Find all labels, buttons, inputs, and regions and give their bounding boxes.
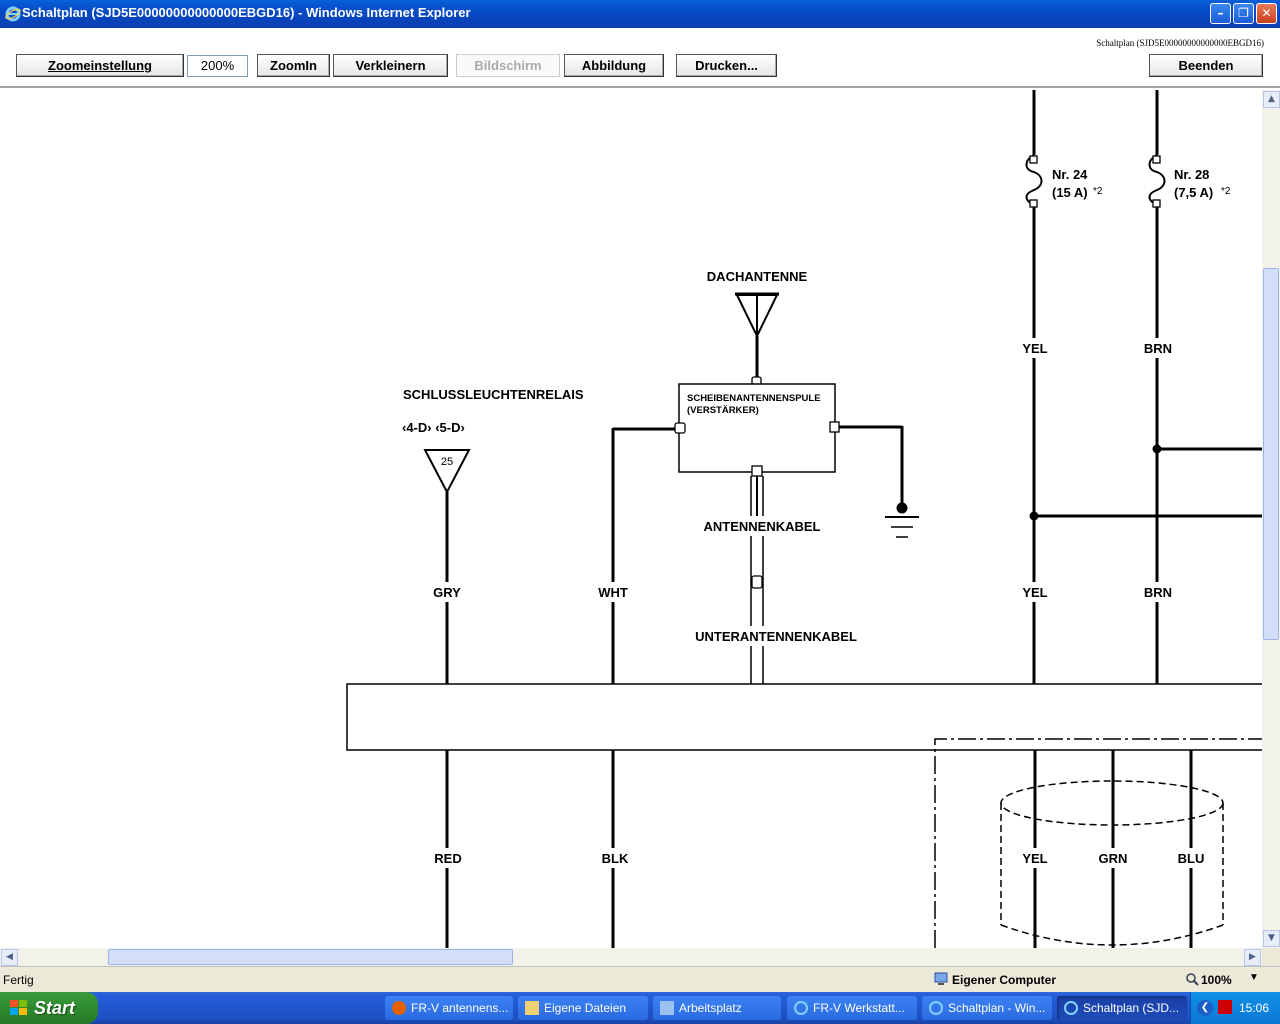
screen-button: Bildschirm — [456, 54, 560, 77]
horizontal-scroll-thumb[interactable] — [108, 949, 513, 965]
ground-symbol — [885, 502, 919, 538]
wire-label-brn-mid: BRN — [1144, 585, 1172, 600]
task-arbeitsplatz[interactable]: Arbeitsplatz — [653, 996, 781, 1020]
zoom-out-button[interactable]: Verkleinern — [333, 54, 448, 77]
zoom-setting-button[interactable]: Zoomeinstellung — [16, 54, 184, 77]
ie-icon — [929, 1001, 943, 1015]
fuse-24-rating: (15 A) — [1052, 185, 1088, 200]
component-enclosure — [934, 738, 1262, 948]
tail-light-relay-label: SCHLUSSLEUCHTENRELAIS — [403, 387, 584, 402]
close-button[interactable]: ✕ — [1256, 3, 1277, 24]
task-label: FR-V antennens... — [411, 1001, 509, 1015]
wire-label-gry: GRY — [433, 585, 461, 600]
task-label: Arbeitsplatz — [679, 1001, 742, 1015]
roof-antenna-label: DACHANTENNE — [707, 269, 808, 284]
amplifier-label-line1: SCHEIBENANTENNENSPULE — [687, 393, 821, 404]
connector-block — [346, 683, 1262, 751]
tail-light-relay-symbol — [423, 449, 471, 685]
zoom-in-button[interactable]: ZoomIn — [257, 54, 330, 77]
wire-label-blk: BLK — [602, 851, 629, 866]
status-bar: Fertig Eigener Computer 100% ▼ — [0, 966, 1280, 992]
antenna-cable-label: ANTENNENKABEL — [704, 519, 821, 534]
wire-label-yel-upper: YEL — [1022, 341, 1047, 356]
scroll-down-icon[interactable]: ▼ — [1263, 930, 1280, 947]
ie-logo-icon — [5, 6, 21, 22]
start-button[interactable]: Start — [0, 992, 98, 1024]
horizontal-scrollbar[interactable]: ◀ ▶ — [0, 948, 1262, 966]
taskbar: Start FR-V antennens... Eigene Dateien A… — [0, 992, 1280, 1024]
scroll-up-icon[interactable]: ▲ — [1263, 91, 1280, 108]
tray-app-icon[interactable] — [1218, 1000, 1232, 1014]
task-label: Schaltplan (SJD... — [1083, 1001, 1180, 1015]
title-bar: Schaltplan (SJD5E00000000000000EBGD16) -… — [0, 0, 1280, 28]
vertical-scroll-thumb[interactable] — [1263, 268, 1279, 640]
fuse-24-footnote: *2 — [1093, 186, 1103, 197]
minimize-button[interactable]: – — [1210, 3, 1231, 24]
document-id-label: Schaltplan (SJD5E00000000000000EBGD16) — [1096, 38, 1264, 48]
wiring-diagram-canvas[interactable]: DACHANTENNE SCHEIBENANTENNENSPULE (VERST… — [0, 90, 1262, 948]
ie-icon — [1064, 1001, 1078, 1015]
scroll-left-icon[interactable]: ◀ — [1, 949, 18, 966]
relay-codes-label: ‹4-D› ‹5-D› — [402, 420, 465, 435]
scroll-corner — [1262, 948, 1280, 966]
folder-icon — [525, 1001, 539, 1015]
figure-button[interactable]: Abbildung — [564, 54, 664, 77]
wire-label-yel-lower: YEL — [1022, 851, 1047, 866]
antenna-coax-cable — [750, 476, 764, 685]
wire-label-wht: WHT — [598, 585, 628, 600]
task-schaltplan-win[interactable]: Schaltplan - Win... — [922, 996, 1052, 1020]
task-werkstatt[interactable]: FR-V Werkstatt... — [787, 996, 917, 1020]
task-label: FR-V Werkstatt... — [813, 1001, 905, 1015]
firefox-icon — [392, 1001, 406, 1015]
vertical-scrollbar[interactable]: ▲ ▼ — [1262, 90, 1280, 948]
sub-antenna-cable-label: UNTERANTENNENKABEL — [695, 629, 857, 644]
fuse-28-footnote: *2 — [1221, 186, 1231, 197]
wire-label-blu: BLU — [1178, 851, 1205, 866]
restore-button[interactable]: ❐ — [1233, 3, 1254, 24]
relay-number-label: 25 — [441, 456, 453, 468]
wire-label-yel-mid: YEL — [1022, 585, 1047, 600]
computer-zone-icon — [934, 972, 948, 985]
ie-icon — [794, 1001, 808, 1015]
wire-label-grn: GRN — [1099, 851, 1128, 866]
clock[interactable]: 15:06 — [1239, 1001, 1269, 1015]
window-title: Schaltplan (SJD5E00000000000000EBGD16) -… — [22, 5, 471, 20]
task-eigene-dateien[interactable]: Eigene Dateien — [518, 996, 648, 1020]
start-label: Start — [34, 998, 76, 1018]
wiring-diagram: DACHANTENNE SCHEIBENANTENNENSPULE (VERST… — [346, 90, 1262, 948]
computer-icon — [660, 1001, 674, 1015]
print-button[interactable]: Drucken... — [676, 54, 777, 77]
wire-label-red: RED — [434, 851, 461, 866]
zoom-dropdown-icon[interactable]: ▼ — [1249, 972, 1259, 983]
system-tray: ❮ 15:06 — [1190, 992, 1280, 1024]
task-label: Eigene Dateien — [544, 1001, 627, 1015]
security-zone-label: Eigener Computer — [952, 973, 1057, 987]
task-firefox[interactable]: FR-V antennens... — [385, 996, 513, 1020]
viewer-toolbar: Zoomeinstellung 200% ZoomIn Verkleinern … — [0, 28, 1280, 88]
zoom-level-field[interactable]: 200% — [187, 55, 248, 77]
fuse-28-rating: (7,5 A) — [1174, 185, 1213, 200]
task-schaltplan-active[interactable]: Schaltplan (SJD... — [1057, 996, 1187, 1020]
branch-lines — [1029, 444, 1262, 521]
fuse-28-name: Nr. 28 — [1174, 167, 1209, 182]
amplifier-label-line2: (VERSTÄRKER) — [687, 405, 759, 416]
windows-flag-icon — [10, 1000, 27, 1015]
tray-expand-icon[interactable]: ❮ — [1197, 1000, 1213, 1016]
zoom-level-status[interactable]: 100% — [1201, 973, 1232, 987]
status-text: Fertig — [3, 973, 34, 987]
zoom-icon[interactable] — [1186, 973, 1199, 986]
roof-antenna-symbol — [735, 292, 779, 388]
scroll-right-icon[interactable]: ▶ — [1244, 949, 1261, 966]
lower-wires — [445, 750, 1193, 948]
task-label: Schaltplan - Win... — [948, 1001, 1046, 1015]
fuse-24-name: Nr. 24 — [1052, 167, 1088, 182]
wire-label-brn-upper: BRN — [1144, 341, 1172, 356]
exit-button[interactable]: Beenden — [1149, 54, 1263, 77]
